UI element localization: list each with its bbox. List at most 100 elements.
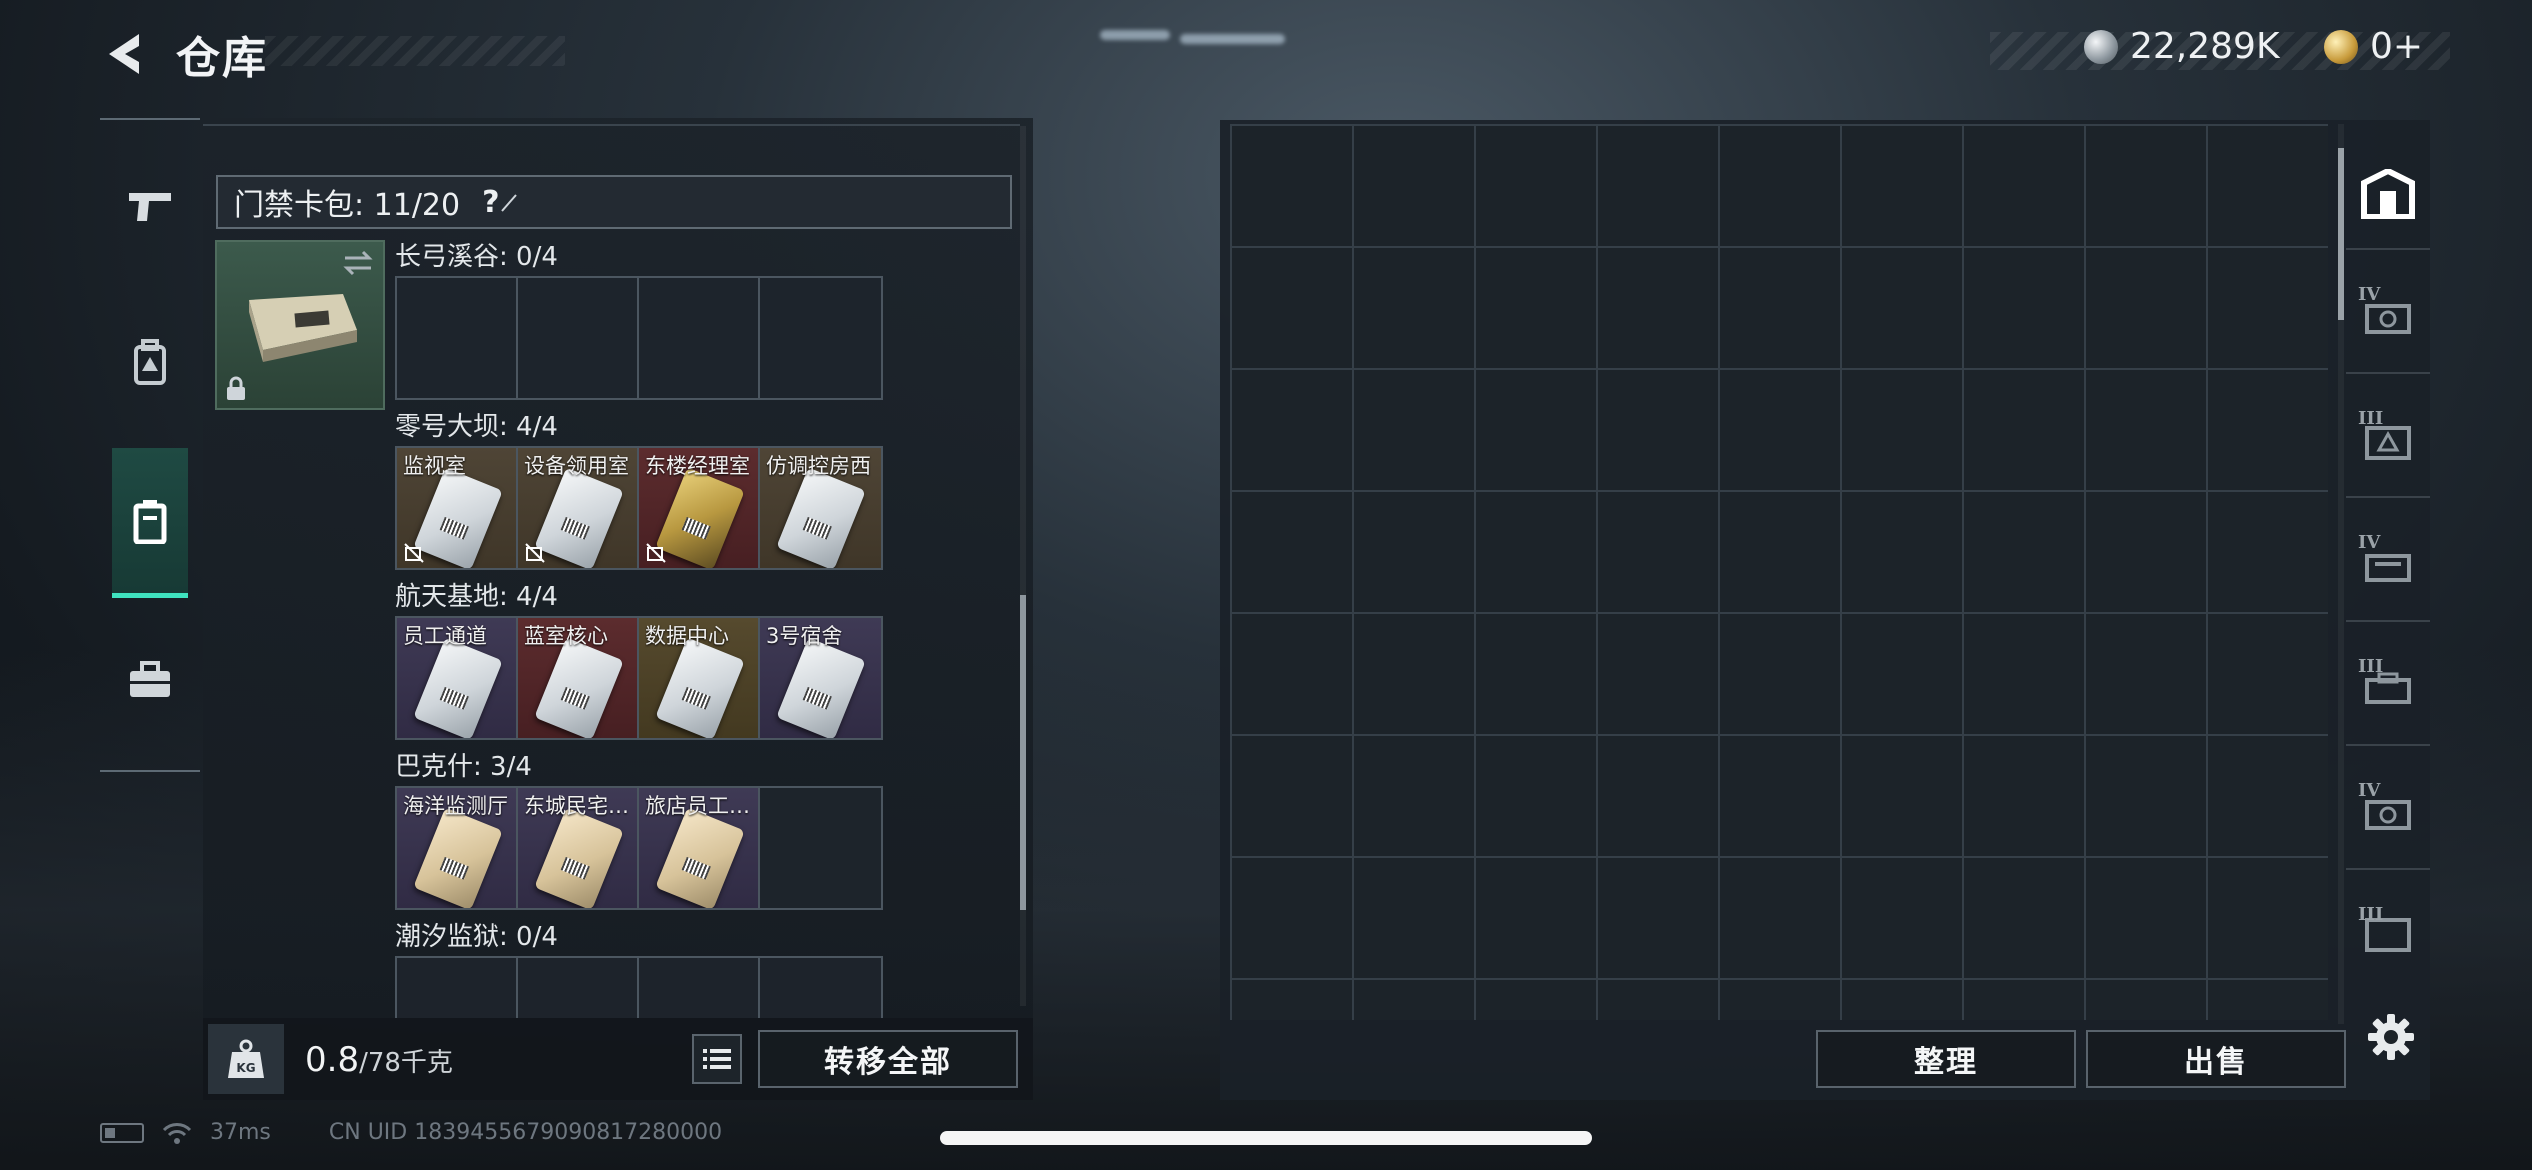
no-trade-icon — [404, 543, 424, 563]
keycard-slot[interactable]: 蓝室核心 — [518, 618, 639, 738]
backpack-icon — [134, 339, 166, 385]
keycard-slot-row: 员工通道 蓝室核心 数据中心 3号宿舍 — [395, 616, 883, 740]
category-tab-equipment[interactable] — [110, 322, 190, 402]
rail-item-container[interactable]: IV — [2346, 264, 2430, 374]
gold-currency-value: 0+ — [2370, 26, 2424, 67]
safe-box-icon — [2361, 169, 2415, 219]
stash-top-divider — [203, 124, 1020, 126]
keycard-slot[interactable]: 设备领用室 — [518, 448, 639, 568]
status-bar: 37ms CN UID 1839455679090817280000 — [100, 1120, 722, 1145]
keycard-art — [534, 637, 624, 738]
keycase-header: 门禁卡包: 11/20 ? — [216, 175, 1012, 229]
keycard-art — [413, 807, 503, 908]
keycard-slot-empty[interactable] — [760, 788, 881, 908]
no-trade-icon — [646, 543, 666, 563]
help-slash-icon — [500, 194, 517, 212]
sell-button[interactable]: 出售 — [2086, 1030, 2346, 1088]
weight-current: 0.8 — [305, 1040, 360, 1080]
rail-item-container[interactable]: III — [2346, 636, 2430, 746]
no-trade-icon — [525, 543, 545, 563]
silver-currency[interactable]: 22,289K — [2084, 26, 2280, 67]
pistol-icon — [129, 193, 171, 221]
category-tab-weapons[interactable] — [110, 166, 190, 246]
page-title: 仓库 — [176, 33, 268, 84]
title-stripe-decoration — [265, 36, 565, 66]
keycard-case-icon — [249, 294, 357, 362]
keycard-slot[interactable]: 东城民宅… — [518, 788, 639, 908]
user-uid: CN UID 1839455679090817280000 — [328, 1120, 723, 1145]
map-label-space-base: 航天基地: 4/4 — [395, 582, 558, 612]
weight-readout: 0.8/78千克 — [305, 1040, 453, 1080]
home-indicator[interactable] — [940, 1131, 1592, 1145]
back-button[interactable] — [100, 26, 150, 82]
ping-value: 37ms — [210, 1120, 271, 1145]
keycard-slot-empty[interactable] — [518, 958, 639, 1018]
weight-max: /78千克 — [359, 1048, 453, 1078]
organize-button[interactable]: 整理 — [1816, 1030, 2076, 1088]
category-tab-supplies[interactable] — [110, 640, 190, 720]
rail-item-container[interactable]: IV — [2346, 512, 2430, 622]
keycard-art — [413, 467, 503, 568]
keycard-slot-empty[interactable] — [397, 278, 518, 398]
keycase-count: 门禁卡包: 11/20 — [234, 188, 461, 223]
back-arrow-icon — [109, 34, 139, 74]
keycard-slot-row: 海洋监测厅 东城民宅… 旅店员工… — [395, 786, 883, 910]
keycard-art — [413, 637, 503, 738]
map-label-brakkesh: 巴克什: 3/4 — [395, 752, 532, 782]
wifi-icon — [162, 1122, 192, 1144]
category-divider — [100, 770, 200, 772]
keycard-case-item[interactable] — [215, 240, 385, 410]
keycard-slot[interactable]: 旅店员工… — [639, 788, 760, 908]
container-grid[interactable] — [1230, 124, 2328, 1020]
keycard-slot-empty[interactable] — [760, 958, 881, 1018]
keycard-art — [534, 467, 624, 568]
keycard-slot[interactable]: 数据中心 — [639, 618, 760, 738]
keycard-slot-empty[interactable] — [639, 958, 760, 1018]
map-label-zero-dam: 零号大坝: 4/4 — [395, 412, 558, 442]
keycard-art — [534, 807, 624, 908]
keycard-slot[interactable]: 3号宿舍 — [760, 618, 881, 738]
list-icon — [703, 1049, 731, 1069]
lock-icon — [227, 376, 245, 400]
keycard-slot-empty[interactable] — [639, 278, 760, 398]
swap-icon — [343, 250, 373, 276]
grid-scrollbar-thumb[interactable] — [2338, 148, 2344, 320]
keycard-slot-empty[interactable] — [760, 278, 881, 398]
keycard-slot[interactable]: 员工通道 — [397, 618, 518, 738]
keycard-art — [655, 637, 745, 738]
weight-icon-box: KG — [208, 1024, 284, 1094]
keycard-art — [776, 637, 866, 738]
battery-icon — [100, 1122, 144, 1143]
category-divider — [100, 118, 200, 120]
rail-item-container[interactable]: III — [2346, 884, 2430, 984]
gold-coin-icon — [2324, 29, 2358, 64]
weight-icon: KG — [228, 1039, 264, 1078]
silver-coin-icon — [2084, 29, 2118, 64]
svg-text:KG: KG — [236, 1061, 255, 1075]
keycard-slot-empty[interactable] — [397, 958, 518, 1018]
keycard-slot[interactable]: 东楼经理室 — [639, 448, 760, 568]
keycard-art — [655, 467, 745, 568]
rail-item-safe-box[interactable] — [2346, 140, 2430, 250]
rail-item-container[interactable]: III — [2346, 388, 2430, 498]
toolbox-icon — [130, 661, 170, 697]
keycard-slot-empty[interactable] — [518, 278, 639, 398]
top-bar: 仓库 22,289K 0+ — [0, 0, 2532, 110]
keycard-case-icon — [133, 499, 167, 544]
rail-item-container[interactable]: IV — [2346, 760, 2430, 870]
list-view-button[interactable] — [692, 1034, 742, 1084]
map-label-longbow: 长弓溪谷: 0/4 — [395, 242, 558, 272]
keycard-slot-row: 监视室 设备领用室 东楼经理室 仿调控房西 — [395, 446, 883, 570]
help-button[interactable]: ? — [482, 185, 517, 220]
silver-currency-value: 22,289K — [2130, 26, 2280, 67]
keycard-slot-row — [395, 276, 883, 400]
gold-currency[interactable]: 0+ — [2324, 26, 2423, 67]
stash-scrollbar-thumb[interactable] — [1020, 595, 1026, 910]
category-tab-keycards[interactable] — [112, 448, 188, 598]
keycard-slot[interactable]: 监视室 — [397, 448, 518, 568]
map-label-tide-prison: 潮汐监狱: 0/4 — [395, 922, 558, 952]
transfer-all-button[interactable]: 转移全部 — [758, 1030, 1018, 1088]
keycard-slot[interactable]: 仿调控房西 — [760, 448, 881, 568]
settings-gear-icon[interactable] — [2366, 1012, 2416, 1062]
keycard-slot[interactable]: 海洋监测厅 — [397, 788, 518, 908]
